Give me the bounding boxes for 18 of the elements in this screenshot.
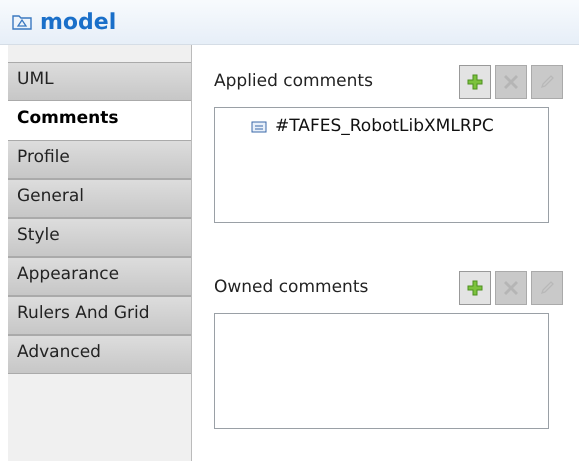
plus-icon xyxy=(467,280,483,296)
sidebar-tab[interactable]: UML xyxy=(8,62,191,101)
section-label: Owned comments xyxy=(214,276,368,300)
sidebar-tab[interactable]: Advanced xyxy=(8,335,191,374)
plus-icon xyxy=(467,74,483,90)
sidebar-tab[interactable]: Rulers And Grid xyxy=(8,296,191,335)
section-label: Applied comments xyxy=(214,70,373,94)
sidebar-tab[interactable]: Profile xyxy=(8,140,191,179)
sidebar-tab[interactable]: Comments xyxy=(8,101,191,140)
add-button[interactable] xyxy=(459,65,491,99)
sidebar-tab[interactable]: Style xyxy=(8,218,191,257)
add-button[interactable] xyxy=(459,271,491,305)
list-item[interactable]: #TAFES_RobotLibXMLRPC xyxy=(275,114,494,140)
view-title: model xyxy=(40,8,116,36)
sidebar-tab[interactable]: General xyxy=(8,179,191,218)
model-icon xyxy=(12,14,32,30)
sidebar-tab[interactable]: Appearance xyxy=(8,257,191,296)
comment-icon xyxy=(251,120,267,133)
